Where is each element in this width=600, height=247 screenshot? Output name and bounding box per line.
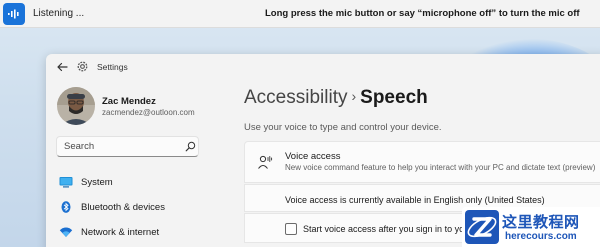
voice-access-description: New voice command feature to help you in… bbox=[285, 163, 596, 172]
watermark-logo bbox=[465, 210, 499, 244]
watermark-url: herecours.com bbox=[505, 231, 577, 242]
voice-access-card[interactable]: Voice access New voice command feature t… bbox=[244, 141, 600, 183]
page-title: Accessibility › Speech bbox=[244, 87, 428, 109]
back-arrow-icon[interactable] bbox=[55, 60, 69, 74]
watermark: 这里教程网 herecours.com bbox=[462, 207, 600, 247]
search-icon[interactable] bbox=[185, 141, 196, 152]
start-after-signin-label: Start voice access after you sign in to … bbox=[303, 224, 465, 234]
wifi-icon bbox=[59, 227, 73, 237]
user-email: zacmendez@outloon.com bbox=[102, 108, 195, 117]
watermark-title: 这里教程网 bbox=[502, 213, 580, 231]
sidebar-item-network[interactable]: Network & internet bbox=[56, 222, 199, 242]
breadcrumb-current: Speech bbox=[360, 87, 428, 108]
bluetooth-icon bbox=[61, 201, 71, 213]
search-box[interactable] bbox=[56, 136, 199, 157]
search-input[interactable] bbox=[64, 137, 174, 156]
availability-text: Voice access is currently available in E… bbox=[285, 195, 545, 205]
listening-status: Listening ... bbox=[33, 8, 85, 19]
microphone-waveform-icon bbox=[8, 9, 19, 18]
sidebar-item-label: Bluetooth & devices bbox=[81, 201, 165, 213]
sidebar-item-label: Network & internet bbox=[81, 226, 160, 238]
voice-access-title: Voice access bbox=[285, 151, 341, 162]
settings-gear-icon bbox=[77, 61, 88, 72]
monitor-icon bbox=[59, 177, 73, 188]
microphone-hint: Long press the mic button or say “microp… bbox=[265, 8, 580, 19]
sidebar-item-system[interactable]: System bbox=[56, 172, 199, 192]
avatar[interactable] bbox=[57, 87, 95, 125]
voice-access-person-icon bbox=[258, 155, 273, 169]
start-after-signin-checkbox[interactable] bbox=[285, 223, 297, 235]
breadcrumb-separator: › bbox=[351, 88, 357, 104]
voice-access-mic-button[interactable] bbox=[3, 2, 25, 25]
voice-access-bar: Listening ... Long press the mic button … bbox=[0, 0, 600, 28]
user-name: Zac Mendez bbox=[102, 96, 156, 107]
page-subtitle: Use your voice to type and control your … bbox=[244, 122, 442, 133]
breadcrumb-parent[interactable]: Accessibility bbox=[244, 87, 347, 108]
app-title: Settings bbox=[97, 62, 128, 72]
title-bar: Settings bbox=[46, 54, 600, 80]
sidebar-item-bluetooth[interactable]: Bluetooth & devices bbox=[56, 197, 199, 217]
sidebar-item-label: System bbox=[81, 176, 113, 188]
